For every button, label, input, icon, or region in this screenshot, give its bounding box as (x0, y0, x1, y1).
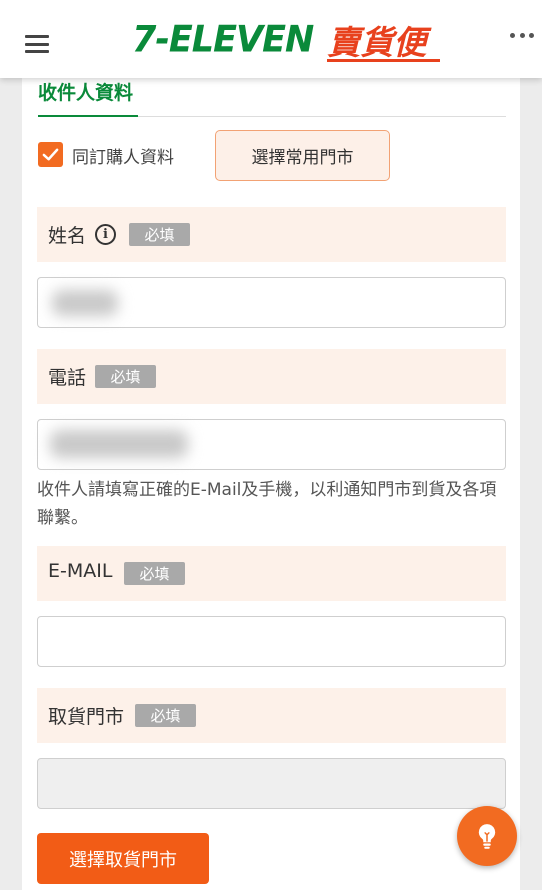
same-as-buyer-checkbox[interactable] (38, 142, 63, 167)
name-input[interactable] (37, 277, 506, 328)
phone-input[interactable] (37, 419, 506, 470)
same-as-buyer-label[interactable]: 同訂購人資料 (72, 143, 174, 168)
choose-common-store-button[interactable]: 選擇常用門市 (215, 130, 390, 181)
logo-main: 7-ELEVEN (132, 19, 314, 61)
phone-required-badge: 必填 (95, 365, 156, 388)
pickup-store-field-header: 取貨門市 必填 (37, 688, 506, 743)
tip-fab-button[interactable] (457, 806, 517, 866)
recipient-form-card: 收件人資料 同訂購人資料 選擇常用門市 姓名 i 必填 電話 必填 收件人請填寫… (22, 78, 520, 890)
lightbulb-icon (478, 824, 496, 849)
email-required-badge: 必填 (124, 562, 185, 585)
redacted-value (50, 430, 188, 458)
hamburger-icon[interactable] (25, 35, 49, 53)
contact-hint-text: 收件人請填寫正確的E-Mail及手機，以利通知門市到貨及各項聯繫。 (37, 480, 497, 528)
name-field-header: 姓名 i 必填 (37, 207, 506, 262)
email-input[interactable] (37, 616, 506, 667)
phone-field-header: 電話 必填 (37, 349, 506, 404)
info-icon[interactable]: i (95, 224, 116, 245)
brand-logo[interactable]: 7-ELEVEN 賣貨便 (132, 19, 441, 62)
email-label: E-MAIL (48, 560, 113, 582)
top-bar: 7-ELEVEN 賣貨便 (0, 0, 542, 78)
more-dots-icon[interactable] (510, 33, 534, 39)
pickup-store-label: 取貨門市 (48, 706, 125, 728)
pickup-store-required-badge: 必填 (135, 704, 196, 727)
redacted-value (52, 290, 118, 316)
choose-pickup-store-button[interactable]: 選擇取貨門市 (37, 833, 209, 884)
phone-label: 電話 (48, 367, 87, 389)
logo-sub: 賣貨便 (327, 16, 441, 64)
section-title: 收件人資料 (38, 82, 134, 104)
section-divider (138, 116, 506, 117)
pickup-store-input (37, 758, 506, 809)
email-field-header: E-MAIL 必填 (37, 546, 506, 601)
check-icon (42, 148, 59, 161)
section-title-underline (38, 115, 138, 117)
name-label: 姓名 (48, 225, 87, 247)
name-required-badge: 必填 (129, 223, 190, 246)
